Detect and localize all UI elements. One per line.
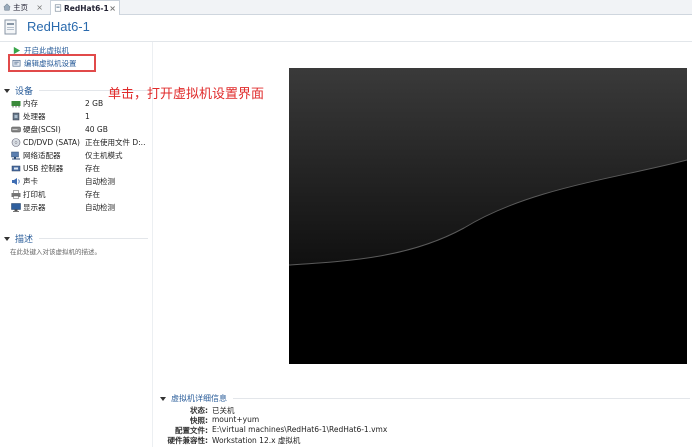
- details-key: 快照:: [190, 416, 208, 425]
- usb-icon: [11, 165, 21, 172]
- device-name: USB 控制器: [23, 164, 64, 173]
- details-value: mount+yum: [212, 415, 260, 424]
- device-row-harddisk[interactable]: 硬盘(SCSI) 40 GB: [11, 123, 151, 136]
- tab-home-label: 主页: [13, 2, 28, 12]
- screen-graphic: [289, 68, 687, 266]
- divider: [233, 398, 690, 399]
- collapse-icon: [4, 88, 10, 93]
- device-name: 显示器: [23, 203, 46, 212]
- page-title: RedHat6-1: [27, 19, 90, 34]
- device-value: 1: [85, 112, 90, 121]
- details-value: 已关机: [212, 406, 235, 415]
- details-key: 状态:: [190, 406, 208, 415]
- display-icon: [11, 203, 21, 212]
- details-section-title: 虚拟机详细信息: [171, 394, 227, 403]
- device-value: 存在: [85, 190, 100, 199]
- devices-section-title: 设备: [15, 87, 34, 97]
- left-panel: 开启此虚拟机 编辑虚拟机设置 设备 内存 2 GB 处理器 1 硬盘(SCSI)…: [0, 42, 153, 447]
- tab-redhat6-1[interactable]: RedHat6-1 ×: [50, 0, 120, 15]
- device-name: 打印机: [23, 190, 46, 199]
- printer-icon: [11, 190, 21, 199]
- description-section-header[interactable]: 描述: [4, 232, 148, 245]
- device-row-processor[interactable]: 处理器 1: [11, 110, 151, 123]
- vm-icon: [4, 19, 17, 35]
- details-key: 硬件兼容性:: [167, 436, 209, 445]
- details-key: 配置文件:: [175, 426, 208, 435]
- device-name: 处理器: [23, 112, 46, 121]
- details-row-snapshot: 快照: mount+yum: [160, 415, 259, 425]
- device-value: 存在: [85, 164, 100, 173]
- device-value: 仅主机模式: [85, 151, 123, 160]
- device-row-printer[interactable]: 打印机 存在: [11, 188, 151, 201]
- memory-icon: [11, 101, 21, 108]
- close-icon[interactable]: ×: [109, 4, 116, 13]
- device-value: 正在使用文件 D:...: [85, 138, 145, 147]
- details-row-config-file: 配置文件: E:\virtual machines\RedHat6-1\RedH…: [160, 425, 387, 435]
- device-value: 自动检测: [85, 203, 115, 212]
- details-value: Workstation 12.x 虚拟机: [212, 436, 301, 445]
- device-row-display[interactable]: 显示器 自动检测: [11, 201, 151, 214]
- device-name: 声卡: [23, 177, 38, 186]
- device-name: 内存: [23, 99, 38, 108]
- vm-screen-preview[interactable]: [289, 68, 687, 364]
- vm-header: RedHat6-1: [0, 15, 692, 42]
- highlight-box: [8, 54, 96, 72]
- tab-bar: 主页 × RedHat6-1 ×: [0, 0, 692, 15]
- close-icon[interactable]: ×: [36, 3, 43, 12]
- tab-home[interactable]: 主页 ×: [0, 0, 46, 14]
- device-name: 硬盘(SCSI): [23, 125, 61, 134]
- details-row-hardware-compat: 硬件兼容性: Workstation 12.x 虚拟机: [160, 435, 301, 445]
- device-name: 网络适配器: [23, 151, 61, 160]
- harddisk-icon: [11, 126, 21, 133]
- device-name: CD/DVD (SATA): [23, 138, 80, 147]
- device-row-usb[interactable]: USB 控制器 存在: [11, 162, 151, 175]
- details-section-header[interactable]: 虚拟机详细信息: [160, 393, 690, 404]
- description-section-title: 描述: [15, 235, 34, 245]
- sound-icon: [12, 178, 20, 185]
- collapse-icon: [4, 236, 10, 241]
- annotation-text: 单击，打开虚拟机设置界面: [108, 87, 265, 102]
- details-row-state: 状态: 已关机: [160, 405, 235, 415]
- collapse-icon: [160, 396, 166, 401]
- divider: [39, 238, 148, 239]
- device-row-sound[interactable]: 声卡 自动检测: [11, 175, 151, 188]
- device-value: 自动检测: [85, 177, 115, 186]
- home-icon: [3, 3, 11, 11]
- device-row-network[interactable]: 网络适配器 仅主机模式: [11, 149, 151, 162]
- network-icon: [11, 151, 20, 160]
- cdrom-icon: [11, 138, 21, 147]
- tab-vm-label: RedHat6-1: [64, 3, 109, 13]
- device-row-cdrom[interactable]: CD/DVD (SATA) 正在使用文件 D:...: [11, 136, 151, 149]
- cpu-icon: [12, 112, 20, 121]
- vm-tab-icon: [54, 4, 62, 12]
- device-value: 40 GB: [85, 125, 108, 134]
- details-value: E:\virtual machines\RedHat6-1\RedHat6-1.…: [212, 425, 388, 434]
- description-input[interactable]: 在此处键入对该虚拟机的描述。: [10, 246, 101, 256]
- vm-details: 虚拟机详细信息 状态: 已关机 快照: mount+yum 配置文件: E:\v…: [160, 393, 690, 447]
